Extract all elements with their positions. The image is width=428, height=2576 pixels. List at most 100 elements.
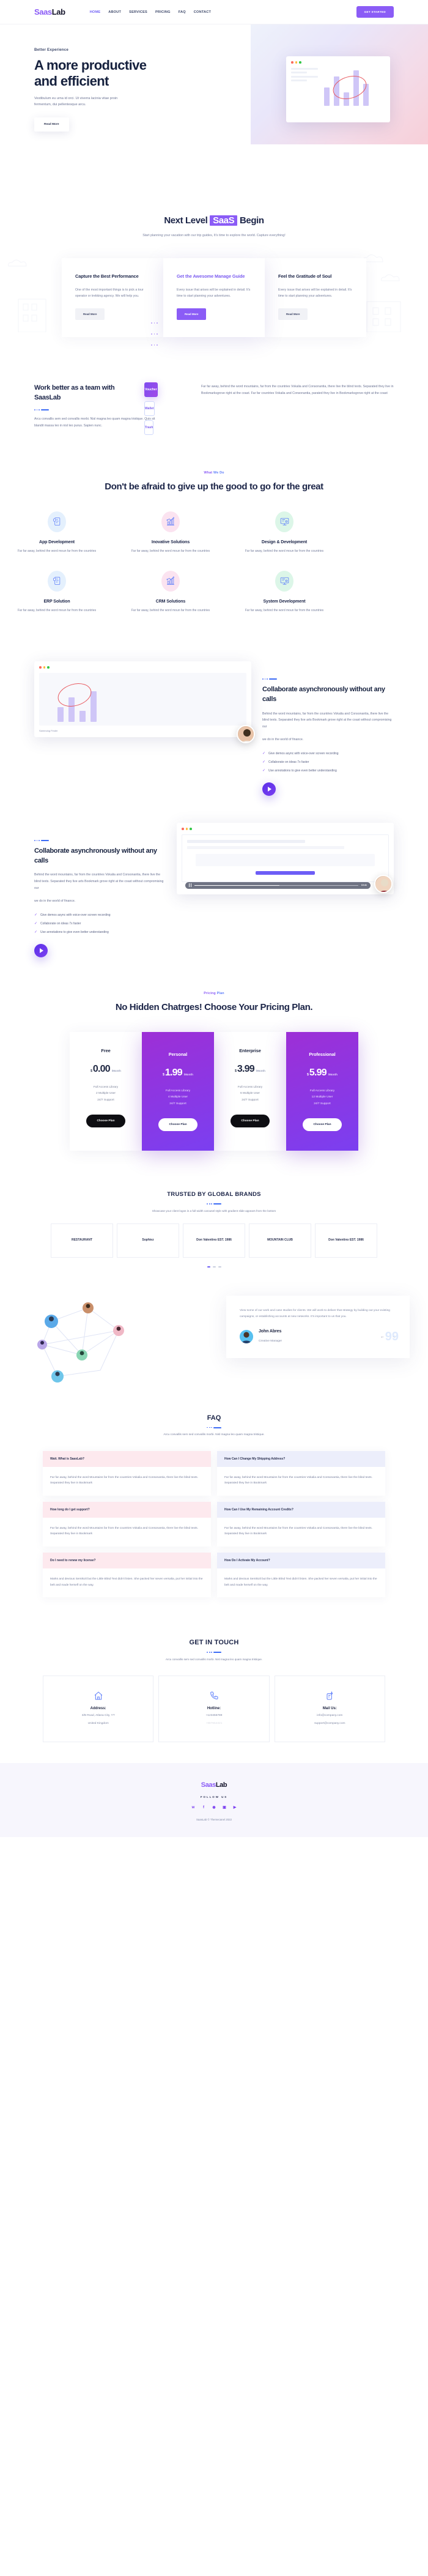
choose-plan-button[interactable]: Choose Plan	[231, 1114, 270, 1127]
faq-item[interactable]: How Do I Activate My Account? Marks and …	[217, 1552, 385, 1598]
play-icon	[40, 948, 43, 954]
checklist-item: ✓ Give demos async with voice-over screen…	[262, 751, 394, 756]
faq-item[interactable]: How long do I get support? Far far away,…	[43, 1501, 211, 1546]
brand-logo-item[interactable]: RESTAURANT	[51, 1223, 113, 1258]
feature-card[interactable]: Capture the Best Performance One of the …	[62, 258, 163, 338]
twitter-icon[interactable]: w	[191, 1805, 196, 1810]
service-card[interactable]: App Development Far far away, behind the…	[0, 511, 114, 555]
eyebrow-part-2: Plan	[216, 992, 224, 996]
service-card[interactable]: Design & Development Far far away, behin…	[227, 511, 341, 555]
eyebrow-part-1: What	[204, 471, 213, 475]
instagram-icon[interactable]: ▣	[222, 1805, 227, 1810]
nav-item-contact[interactable]: CONTACT	[194, 10, 211, 14]
contact-line-2: support@company.com	[314, 1722, 345, 1726]
next-level-subtitle: Start planning your vacation with our tr…	[142, 233, 286, 237]
faq-question[interactable]: How Do I Activate My Account?	[217, 1552, 385, 1568]
price-amount: 3.99	[237, 1063, 255, 1074]
play-video-button[interactable]	[262, 782, 276, 796]
brand-logo[interactable]: SaasLab	[34, 7, 65, 17]
service-title: ERP Solution	[43, 599, 70, 604]
checklist-label: Use annotations to give even better unde…	[40, 930, 109, 934]
faq-question[interactable]: How long do I get support?	[43, 1501, 211, 1518]
youtube-icon[interactable]: ▶	[232, 1805, 237, 1810]
brand-logo-item[interactable]: MOUNTAIN CLUB	[249, 1223, 311, 1258]
choose-plan-button[interactable]: Choose Plan	[86, 1114, 125, 1127]
tab-trash[interactable]: Trash	[144, 420, 154, 436]
hero-read-more-button[interactable]: Read More	[34, 117, 69, 132]
service-title: Design & Development	[261, 540, 308, 544]
card-read-more-button[interactable]: Read More	[177, 308, 207, 321]
plan-price: $ 5.99 /Month	[293, 1067, 351, 1078]
facebook-icon[interactable]: f	[201, 1805, 206, 1810]
video-time: 10:41	[361, 884, 367, 887]
testimonial-prev-button[interactable]: ←	[380, 1335, 385, 1339]
faq-section: FAQ Arcu convallis sem sed convallis mor…	[0, 1398, 428, 1622]
faq-question[interactable]: How Can I Change My Shipping Address?	[217, 1450, 385, 1467]
services-grid: App Development Far far away, behind the…	[0, 511, 428, 630]
feature-card-featured[interactable]: Get the Awesome Manage Guide Every issue…	[163, 258, 265, 338]
brand-logo-item[interactable]: Sophiez	[117, 1223, 179, 1258]
faq-question[interactable]: Wait. What is SaasLab?	[43, 1450, 211, 1467]
check-icon: ✓	[262, 752, 266, 756]
what-we-do-section: What We Do Don't be afraid to give up th…	[0, 460, 428, 650]
progress-track[interactable]	[194, 885, 358, 886]
get-started-button[interactable]: GET STARTED	[356, 6, 394, 18]
pricing-title: No Hidden Chatrges! Choose Your Pricing …	[115, 1002, 313, 1013]
card-read-more-button[interactable]: Read More	[75, 308, 105, 321]
logo-text-primary: Saas	[201, 1781, 216, 1789]
footer-logo[interactable]: SaasLab	[0, 1781, 428, 1789]
service-card[interactable]: CRM Solutions Far far away, behind the w…	[114, 570, 227, 614]
brand-logo-item[interactable]: Don Valentino EST. 1986	[183, 1223, 245, 1258]
checklist-label: Give demos async with voice-over screen …	[40, 913, 111, 917]
nav-item-about[interactable]: ABOUT	[108, 10, 121, 14]
window-dots	[291, 61, 385, 64]
faq-grid: Wait. What is SaasLab? Far far away, beh…	[43, 1450, 385, 1604]
service-body: Far far away, behind the word moun far f…	[131, 549, 210, 553]
plan-card-personal[interactable]: Personal $ 1.99 /Month Full Access Libra…	[142, 1031, 214, 1151]
screenshot-caption: Sameulog Finder	[39, 729, 58, 732]
nav-item-faq[interactable]: FAQ	[179, 10, 186, 14]
follow-us-label: FOLLOW US	[200, 1795, 228, 1798]
service-card[interactable]: System Development Far far away, behind …	[227, 570, 341, 614]
plan-card-free[interactable]: Free $ 0.00 /Month Full Access Library 2…	[70, 1031, 142, 1151]
nav-item-services[interactable]: SERVICES	[129, 10, 147, 14]
currency-symbol: $	[235, 1069, 237, 1073]
brand-logo-item[interactable]: Don Valentino EST. 1986	[315, 1223, 377, 1258]
service-card[interactable]: ERP Solution Far far away, behind the wo…	[0, 570, 114, 614]
check-icon: ✓	[262, 769, 266, 773]
contact-card-hotline: Hotline: +123456789 +987654321	[158, 1676, 270, 1742]
nav-item-home[interactable]: HOME	[90, 10, 101, 14]
checklist-label: Use annotations to give even better unde…	[268, 768, 337, 773]
tab-voucher[interactable]: Voucher	[144, 382, 158, 398]
faq-question[interactable]: How Can I Use My Remaining Account Credi…	[217, 1501, 385, 1518]
choose-plan-button[interactable]: Choose Plan	[158, 1118, 197, 1131]
faq-item[interactable]: How Can I Change My Shipping Address? Fa…	[217, 1450, 385, 1496]
faq-item[interactable]: Wait. What is SaasLab? Far far away, beh…	[43, 1450, 211, 1496]
carousel-pagination[interactable]	[0, 1266, 428, 1268]
plan-card-enterprise[interactable]: Enterprise $ 3.99 /Month Full Access Lib…	[214, 1031, 286, 1151]
play-video-button[interactable]	[34, 944, 48, 958]
pricing-plans: Free $ 0.00 /Month Full Access Library 2…	[0, 1031, 428, 1151]
faq-question[interactable]: Do I need to renew my license?	[43, 1552, 211, 1568]
choose-plan-button[interactable]: Choose Plan	[303, 1118, 342, 1131]
bar-chart-icon	[166, 576, 174, 585]
avatar	[237, 724, 255, 743]
top-navbar: SaasLab HOME ABOUT SERVICES PRICING FAQ …	[0, 0, 428, 24]
feature-card[interactable]: Feel the Gratitude of Soul Every issue t…	[265, 258, 366, 338]
tab-wallet[interactable]: Wallet	[144, 401, 155, 417]
hero-eyebrow: Better Experience	[34, 48, 69, 52]
service-icon-blob	[161, 511, 180, 532]
faq-item[interactable]: How Can I Use My Remaining Account Credi…	[217, 1501, 385, 1546]
contact-line-1: +123456789	[205, 1714, 223, 1718]
behance-icon[interactable]: ◉	[212, 1805, 216, 1810]
checklist-item: ✓ Collaborate on ideas 7x faster	[34, 921, 166, 926]
plan-card-professional[interactable]: Professional $ 5.99 /Month Full Access L…	[286, 1031, 358, 1151]
service-card[interactable]: Inovative Solutions Far far away, behind…	[114, 511, 227, 555]
faq-subtitle: Arcu convallis sem sed convallis morbi. …	[163, 1433, 265, 1436]
faq-item[interactable]: Do I need to renew my license? Marks and…	[43, 1552, 211, 1598]
nav-item-pricing[interactable]: PRICING	[155, 10, 171, 14]
phone-icon	[165, 1690, 262, 1702]
card-read-more-button[interactable]: Read More	[278, 308, 308, 321]
video-progress-bar[interactable]: 10:41	[185, 882, 371, 889]
contact-label: Hotline:	[207, 1707, 221, 1711]
